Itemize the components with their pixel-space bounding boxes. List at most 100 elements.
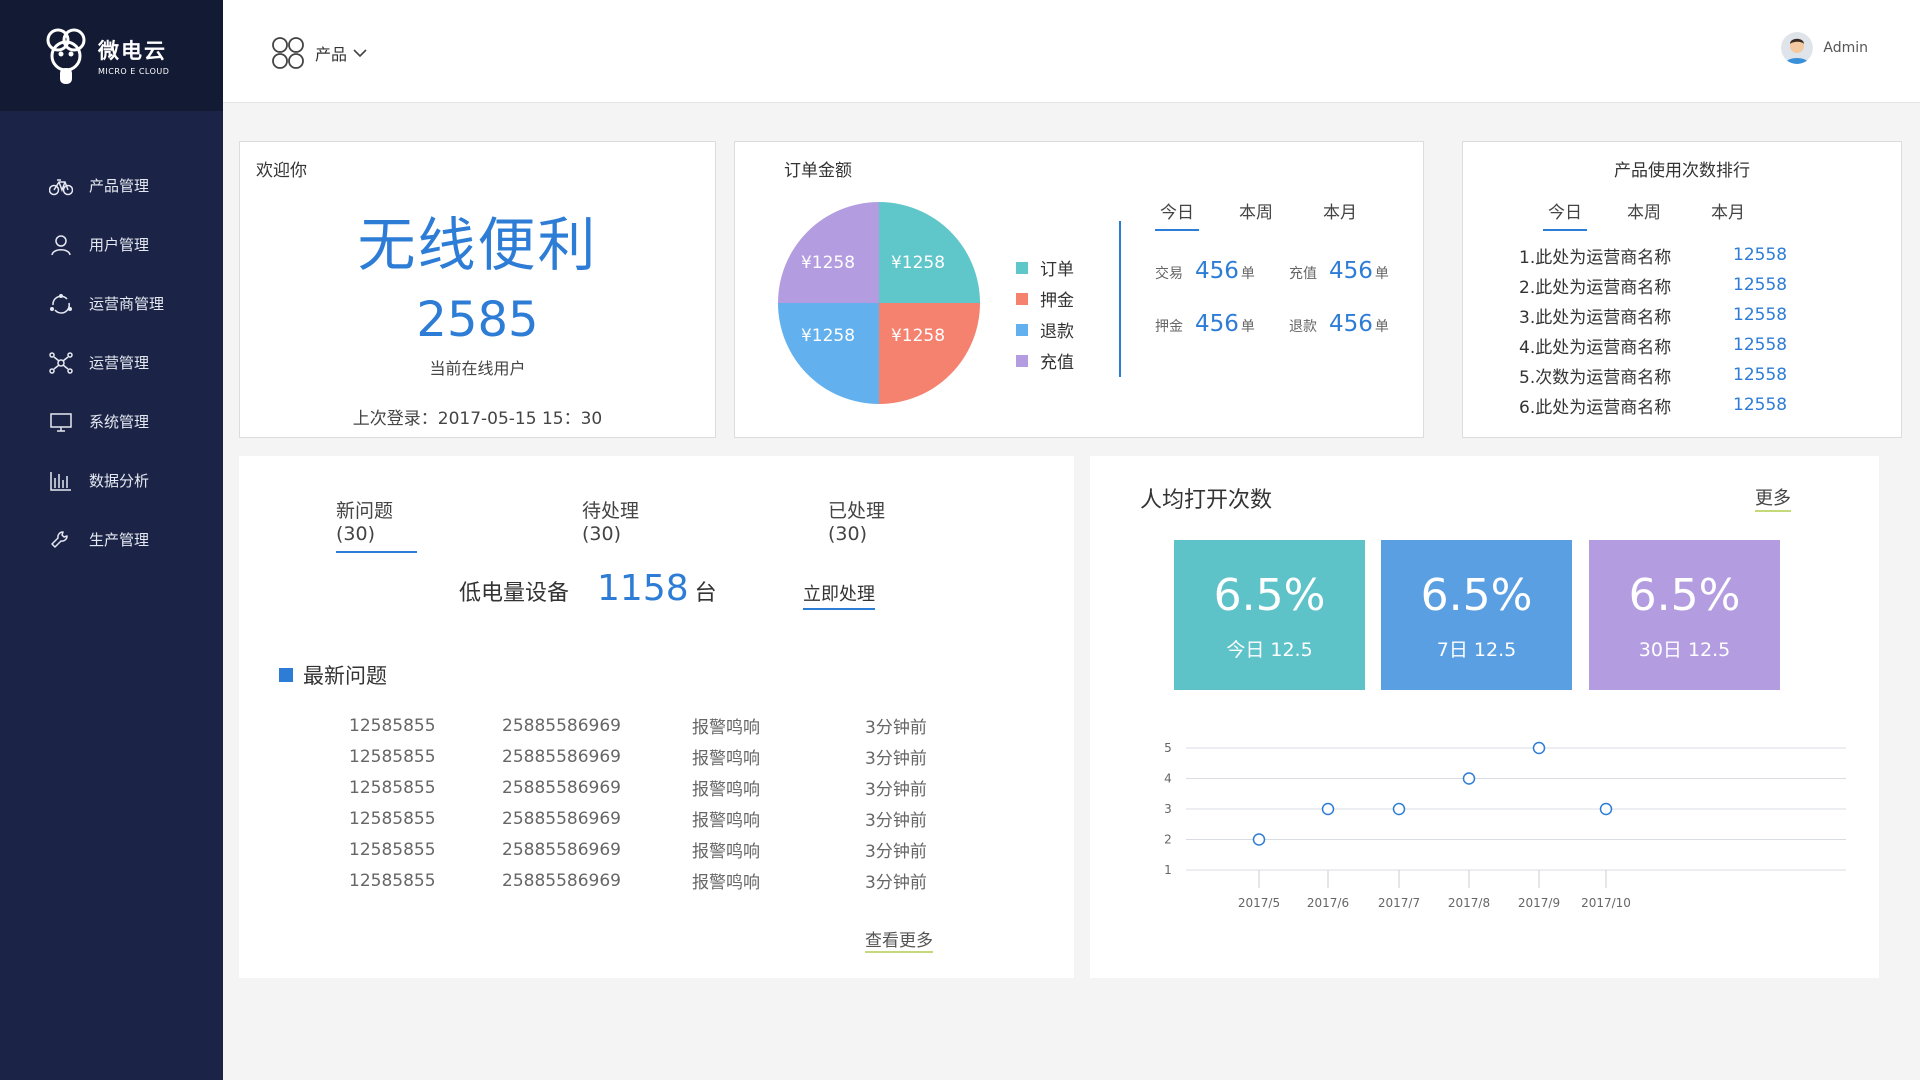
stat-value: 456	[1195, 311, 1239, 337]
avg-opens-line-chart: 1 2 3 4 5 2017/5 2017/6 2017/7 2017/8 2017/9 2017/…	[1164, 741, 1846, 910]
pie-label: ¥1258	[801, 326, 855, 346]
table-row[interactable]: 12585855 25885586969 报警鸣响 3分钟前	[349, 741, 927, 772]
cell: 12585855	[349, 808, 436, 829]
rank-value: 12558	[1733, 335, 1788, 355]
x-tick-label: 2017/8	[1448, 896, 1490, 910]
welcome-title: 欢迎你	[256, 161, 307, 181]
data-point	[1392, 802, 1406, 816]
cell: 报警鸣响	[692, 749, 760, 769]
order-period-tabs: 今日 本周 本月	[1155, 198, 1407, 231]
tab-week[interactable]: 本周	[1627, 198, 1711, 231]
sidebar-item-users[interactable]: 用户管理	[0, 215, 223, 274]
stat-value: 456	[1329, 311, 1373, 337]
avg-opens-card: 人均打开次数 更多 6.5% 今日 12.5 6.5% 7日 12.5 6.5%…	[1090, 456, 1879, 978]
logo[interactable]: 微电云 MICRO E CLOUD	[0, 0, 223, 111]
list-item[interactable]: 4.此处为运营商名称 12558	[1519, 330, 1787, 360]
sidebar-item-product[interactable]: 产品管理	[0, 156, 223, 215]
cell: 报警鸣响	[692, 873, 760, 893]
cell: 3分钟前	[865, 718, 927, 738]
product-switcher[interactable]: 产品	[271, 36, 367, 70]
tab-processed[interactable]: 已处理(30)	[828, 496, 909, 553]
last-login: 上次登录：2017-05-15 15：30	[352, 409, 603, 429]
product-label: 产品	[315, 45, 348, 64]
stat-trade: 交易 456 单	[1155, 258, 1289, 284]
cell: 12585855	[349, 746, 436, 767]
cell: 25885586969	[502, 746, 621, 767]
cell: 报警鸣响	[692, 842, 760, 862]
tab-month[interactable]: 本月	[1711, 198, 1795, 231]
x-tick-label: 2017/5	[1238, 896, 1280, 910]
legend-label: 充值	[1040, 353, 1074, 373]
rank-name: 5.次数为运营商名称	[1519, 367, 1672, 388]
issue-table: 12585855 25885586969 报警鸣响 3分钟前 12585855 2588…	[349, 710, 927, 896]
tab-month[interactable]: 本月	[1323, 198, 1407, 231]
y-tick-label: 5	[1164, 741, 1172, 755]
cell: 3分钟前	[865, 873, 927, 893]
sidebar-item-analytics[interactable]: 数据分析	[0, 451, 223, 510]
stat-deposit: 押金 456 单	[1155, 311, 1289, 337]
rank-name: 2.此处为运营商名称	[1519, 277, 1672, 298]
low-battery-label: 低电量设备	[459, 581, 570, 606]
sidebar-item-label: 用户管理	[89, 236, 150, 254]
data-point	[1252, 833, 1266, 846]
tile-subtitle: 今日 12.5	[1226, 639, 1313, 661]
list-item[interactable]: 6.此处为运营商名称 12558	[1519, 390, 1787, 420]
tab-week[interactable]: 本周	[1239, 198, 1323, 231]
list-item[interactable]: 1.此处为运营商名称 12558	[1519, 240, 1787, 270]
usage-ranking-card: 产品使用次数排行 今日 本周 本月 1.此处为运营商名称 12558 2.此处为运…	[1462, 141, 1902, 438]
top-header: 产品 Admin	[223, 0, 1920, 103]
cell: 25885586969	[502, 715, 621, 736]
latest-issues-title: 最新问题	[303, 664, 387, 688]
low-battery-unit: 台	[694, 581, 717, 606]
online-user-count: 2585	[416, 292, 539, 348]
stat-unit: 单	[1374, 266, 1389, 282]
ranking-period-tabs: 今日 本周 本月	[1543, 198, 1795, 231]
avatar-icon	[1781, 32, 1814, 64]
stat-value: 456	[1329, 258, 1373, 284]
tile-percent: 6.5%	[1420, 570, 1533, 621]
legend-swatch	[1016, 354, 1028, 367]
y-tick-label: 1	[1164, 863, 1172, 877]
sidebar-item-system[interactable]: 系统管理	[0, 392, 223, 451]
pie-legend: 订单 押金 退款 充值	[1016, 252, 1074, 376]
table-row[interactable]: 12585855 25885586969 报警鸣响 3分钟前	[349, 710, 927, 741]
cell: 12585855	[349, 715, 436, 736]
rank-name: 4.此处为运营商名称	[1519, 337, 1672, 358]
legend-swatch	[1016, 261, 1028, 274]
low-battery-count: 1158	[597, 568, 689, 609]
bicycle-icon	[49, 178, 73, 195]
brand-name-en: MICRO E CLOUD	[98, 67, 170, 76]
cell: 3分钟前	[865, 780, 927, 800]
sidebar-item-production[interactable]: 生产管理	[0, 510, 223, 569]
list-item[interactable]: 3.此处为运营商名称 12558	[1519, 300, 1787, 330]
sidebar-item-operators[interactable]: 运营商管理	[0, 274, 223, 333]
user-menu[interactable]: Admin	[1781, 32, 1868, 64]
y-tick-label: 3	[1164, 802, 1172, 816]
list-item[interactable]: 5.次数为运营商名称 12558	[1519, 360, 1787, 390]
see-more-link[interactable]: 查看更多	[865, 926, 933, 953]
sidebar-item-operations[interactable]: 运营管理	[0, 333, 223, 392]
welcome-headline: 无线便利	[357, 211, 598, 279]
avg-opens-title: 人均打开次数	[1140, 488, 1273, 513]
cell: 25885586969	[502, 870, 621, 891]
table-row[interactable]: 12585855 25885586969 报警鸣响 3分钟前	[349, 834, 927, 865]
more-link[interactable]: 更多	[1755, 484, 1791, 512]
tab-pending[interactable]: 待处理(30)	[582, 496, 663, 553]
table-row[interactable]: 12585855 25885586969 报警鸣响 3分钟前	[349, 803, 927, 834]
stat-unit: 单	[1374, 319, 1389, 335]
stat-label: 充值	[1289, 266, 1317, 282]
pie-label: ¥1258	[891, 253, 945, 273]
y-tick-label: 2	[1164, 833, 1172, 847]
table-row[interactable]: 12585855 25885586969 报警鸣响 3分钟前	[349, 865, 927, 896]
stat-tile-30day: 6.5% 30日 12.5	[1589, 540, 1780, 690]
list-item[interactable]: 2.此处为运营商名称 12558	[1519, 270, 1787, 300]
tab-new-issues[interactable]: 新问题(30)	[336, 496, 417, 553]
online-user-label: 当前在线用户	[429, 359, 526, 378]
table-row[interactable]: 12585855 25885586969 报警鸣响 3分钟前	[349, 772, 927, 803]
stat-label: 退款	[1289, 319, 1317, 335]
heading-marker	[279, 668, 293, 682]
cell: 12585855	[349, 870, 436, 891]
tab-today[interactable]: 今日	[1155, 198, 1199, 231]
tab-today[interactable]: 今日	[1543, 198, 1587, 231]
handle-now-button[interactable]: 立即处理	[803, 580, 875, 610]
